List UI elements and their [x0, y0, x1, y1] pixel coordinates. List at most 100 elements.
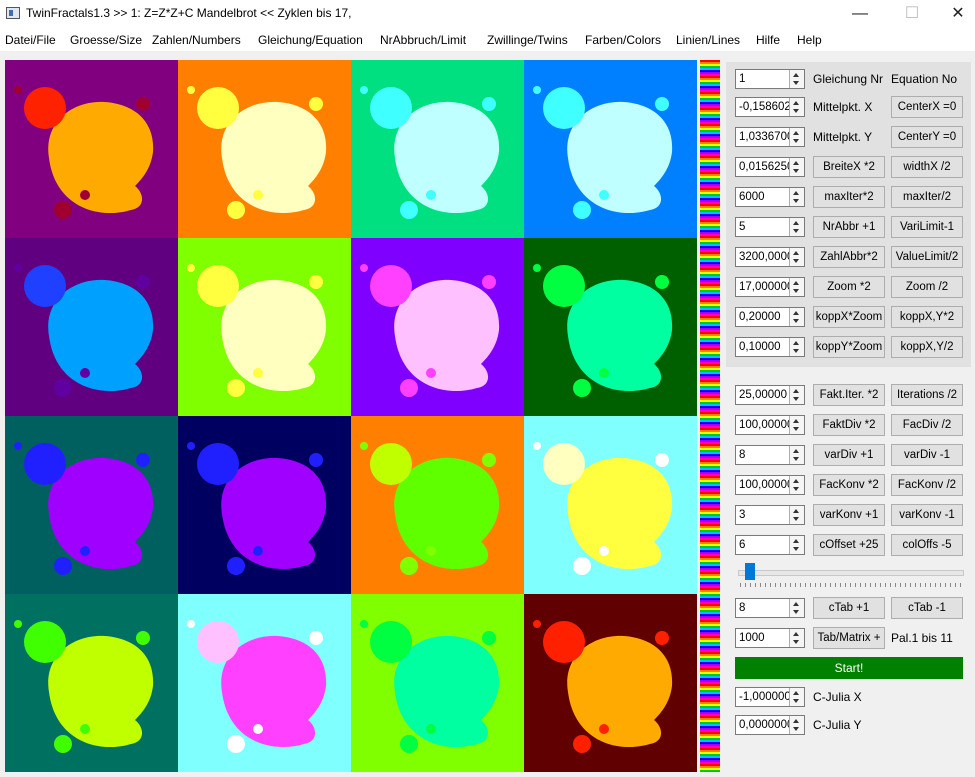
spinbox-arrows[interactable]: [789, 386, 804, 404]
var-div-spinbox[interactable]: 8: [735, 445, 805, 465]
equation-nr-spinbox[interactable]: 1: [735, 69, 805, 89]
zahl-abbr-spinbox[interactable]: 3200,00000: [735, 247, 805, 267]
spinbox-arrows[interactable]: [789, 716, 804, 734]
fakt-iter-button-2[interactable]: Iterations /2: [891, 384, 963, 406]
spin-up-icon[interactable]: [793, 281, 799, 285]
spinbox-arrows[interactable]: [789, 158, 804, 176]
spinbox-arrows[interactable]: [789, 476, 804, 494]
spin-down-icon[interactable]: [793, 610, 799, 614]
spin-up-icon[interactable]: [793, 719, 799, 723]
c-julia-x-spinbox[interactable]: -1,0000000: [735, 687, 805, 707]
spinbox-arrows[interactable]: [789, 218, 804, 236]
spinbox-arrows[interactable]: [789, 128, 804, 146]
var-konv-spinbox[interactable]: 3: [735, 505, 805, 525]
fractal-tile[interactable]: [524, 238, 697, 416]
center-y-spinbox[interactable]: 1,0336700: [735, 127, 805, 147]
var-div-button-1[interactable]: varDiv +1: [813, 444, 885, 466]
fractal-tile[interactable]: [524, 60, 697, 238]
spin-down-icon[interactable]: [793, 517, 799, 521]
c-julia-y-spinbox[interactable]: 0,0000000: [735, 715, 805, 735]
fractal-tile[interactable]: [178, 238, 351, 416]
spin-up-icon[interactable]: [793, 131, 799, 135]
var-div-button-2[interactable]: varDiv -1: [891, 444, 963, 466]
menu-size[interactable]: Groesse/Size: [70, 33, 142, 47]
spinbox-arrows[interactable]: [789, 506, 804, 524]
fac-konv-spinbox[interactable]: 100,000000: [735, 475, 805, 495]
spinbox-arrows[interactable]: [789, 188, 804, 206]
spin-down-icon[interactable]: [793, 397, 799, 401]
fac-konv-button-1[interactable]: FacKonv *2: [813, 474, 885, 496]
menu-hilfe[interactable]: Hilfe: [756, 33, 780, 47]
spin-up-icon[interactable]: [793, 419, 799, 423]
close-button[interactable]: ✕: [935, 0, 975, 29]
center-x-spinbox[interactable]: -0,1586020: [735, 97, 805, 117]
fakt-div-spinbox[interactable]: 100,000000: [735, 415, 805, 435]
spinbox-arrows[interactable]: [789, 629, 804, 647]
nr-abbr-button-2[interactable]: VariLimit-1: [891, 216, 963, 238]
spinbox-arrows[interactable]: [789, 599, 804, 617]
spinbox-arrows[interactable]: [789, 446, 804, 464]
width-x-button-1[interactable]: BreiteX *2: [813, 156, 885, 178]
fakt-div-button-2[interactable]: FacDiv /2: [891, 414, 963, 436]
menu-file[interactable]: Datei/File: [5, 33, 56, 47]
fractal-tile[interactable]: [5, 416, 178, 594]
menu-equation[interactable]: Gleichung/Equation: [258, 33, 363, 47]
fractal-tile[interactable]: [5, 238, 178, 416]
spin-up-icon[interactable]: [793, 101, 799, 105]
spin-down-icon[interactable]: [793, 139, 799, 143]
spin-up-icon[interactable]: [793, 389, 799, 393]
spin-up-icon[interactable]: [793, 602, 799, 606]
spin-up-icon[interactable]: [793, 479, 799, 483]
spin-down-icon[interactable]: [793, 699, 799, 703]
width-x-spinbox[interactable]: 0,0156250: [735, 157, 805, 177]
start-button[interactable]: Start!: [735, 657, 963, 679]
max-iter-button-2[interactable]: maxIter/2: [891, 186, 963, 208]
fractal-tile[interactable]: [5, 594, 178, 772]
fractal-tile[interactable]: [5, 60, 178, 238]
spin-down-icon[interactable]: [793, 487, 799, 491]
spin-down-icon[interactable]: [793, 81, 799, 85]
c-tab-spinbox[interactable]: 8: [735, 598, 805, 618]
max-iter-button-1[interactable]: maxIter*2: [813, 186, 885, 208]
kopp-x-button-1[interactable]: koppX*Zoom: [813, 306, 885, 328]
spin-down-icon[interactable]: [793, 199, 799, 203]
spin-up-icon[interactable]: [793, 691, 799, 695]
fractal-tile[interactable]: [351, 416, 524, 594]
fractal-tile[interactable]: [178, 60, 351, 238]
spin-down-icon[interactable]: [793, 427, 799, 431]
menu-limit[interactable]: NrAbbruch/Limit: [380, 33, 466, 47]
spinbox-arrows[interactable]: [789, 536, 804, 554]
menu-colors[interactable]: Farben/Colors: [585, 33, 661, 47]
kopp-x-button-2[interactable]: koppX,Y*2: [891, 306, 963, 328]
spin-up-icon[interactable]: [793, 191, 799, 195]
fractal-tile[interactable]: [351, 60, 524, 238]
spinbox-arrows[interactable]: [789, 338, 804, 356]
kopp-x-spinbox[interactable]: 0,20000: [735, 307, 805, 327]
menu-help[interactable]: Help: [797, 33, 822, 47]
fakt-iter-spinbox[interactable]: 25,00000: [735, 385, 805, 405]
spin-up-icon[interactable]: [793, 251, 799, 255]
width-x-button-2[interactable]: widthX /2: [891, 156, 963, 178]
spin-down-icon[interactable]: [793, 169, 799, 173]
spin-up-icon[interactable]: [793, 73, 799, 77]
fakt-iter-button-1[interactable]: Fakt.Iter. *2: [813, 384, 885, 406]
c-offset-button-2[interactable]: colOffs -5: [891, 534, 963, 556]
spin-down-icon[interactable]: [793, 319, 799, 323]
fractal-tile[interactable]: [178, 594, 351, 772]
menu-twins[interactable]: Zwillinge/Twins: [487, 33, 568, 47]
spin-up-icon[interactable]: [793, 632, 799, 636]
spin-down-icon[interactable]: [793, 289, 799, 293]
color-offset-slider-thumb[interactable]: [745, 563, 755, 580]
c-offset-spinbox[interactable]: 6: [735, 535, 805, 555]
nr-abbr-spinbox[interactable]: 5: [735, 217, 805, 237]
spinbox-arrows[interactable]: [789, 70, 804, 88]
spin-up-icon[interactable]: [793, 539, 799, 543]
color-offset-slider-track[interactable]: [738, 570, 964, 576]
kopp-y-button-2[interactable]: koppX,Y/2: [891, 336, 963, 358]
zahl-abbr-button-1[interactable]: ZahlAbbr*2: [813, 246, 885, 268]
maximize-button[interactable]: ☐: [889, 0, 935, 29]
center-x-button-2[interactable]: CenterX =0: [891, 96, 963, 118]
spinbox-arrows[interactable]: [789, 278, 804, 296]
spin-up-icon[interactable]: [793, 341, 799, 345]
zoom-button-2[interactable]: Zoom /2: [891, 276, 963, 298]
